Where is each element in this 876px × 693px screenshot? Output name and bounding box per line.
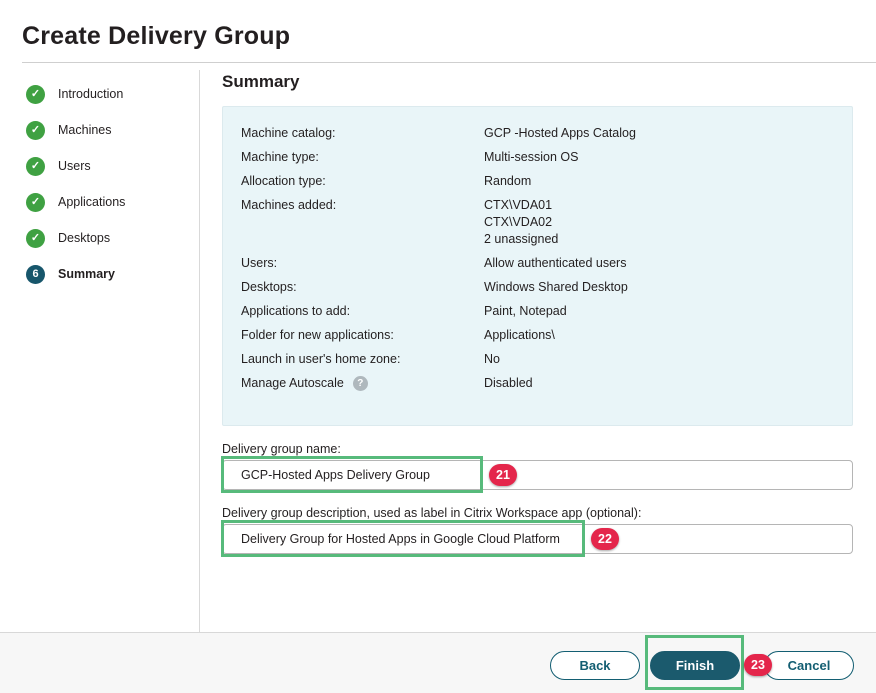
sidebar-step-introduction[interactable]: ✓ Introduction (0, 76, 199, 112)
summary-row-label: Allocation type: (241, 173, 484, 190)
step-complete-check-icon: ✓ (26, 157, 45, 176)
summary-row-label: Applications to add: (241, 303, 484, 320)
sidebar-step-label: Desktops (58, 231, 110, 245)
summary-row: Allocation type:Random (241, 169, 834, 193)
cancel-button[interactable]: Cancel (764, 651, 854, 680)
summary-row: Desktops:Windows Shared Desktop (241, 275, 834, 299)
summary-row-value: No (484, 351, 500, 368)
delivery-group-name-label: Delivery group name: (222, 442, 853, 456)
summary-row-value: Disabled (484, 375, 533, 392)
summary-row: Manage Autoscale?Disabled (241, 371, 834, 395)
summary-row: Folder for new applications:Applications… (241, 323, 834, 347)
summary-row-value: Paint, Notepad (484, 303, 567, 320)
wizard-footer: Back Finish 23 Cancel (0, 632, 876, 693)
summary-row: Applications to add:Paint, Notepad (241, 299, 834, 323)
sidebar-step-machines[interactable]: ✓ Machines (0, 112, 199, 148)
summary-row-label: Machine catalog: (241, 125, 484, 142)
sidebar-step-label: Machines (58, 123, 112, 137)
step-complete-check-icon: ✓ (26, 193, 45, 212)
sidebar-step-label: Users (58, 159, 91, 173)
delivery-group-name-input[interactable] (222, 460, 853, 490)
sidebar-step-desktops[interactable]: ✓ Desktops (0, 220, 199, 256)
sidebar-divider (199, 70, 200, 632)
delivery-group-name-wrap: 21 (222, 460, 853, 490)
sidebar-step-applications[interactable]: ✓ Applications (0, 184, 199, 220)
title-divider (22, 62, 876, 63)
summary-box: Machine catalog:GCP -Hosted Apps Catalog… (222, 106, 853, 426)
summary-row-value: Allow authenticated users (484, 255, 626, 272)
wizard-steps-sidebar: ✓ Introduction ✓ Machines ✓ Users ✓ Application… (0, 76, 199, 292)
step-complete-check-icon: ✓ (26, 121, 45, 140)
delivery-group-description-label: Delivery group description, used as labe… (222, 506, 853, 520)
summary-row-value: Applications\ (484, 327, 555, 344)
summary-row: Users:Allow authenticated users (241, 251, 834, 275)
delivery-group-description-input[interactable] (222, 524, 853, 554)
summary-row: Machine catalog:GCP -Hosted Apps Catalog (241, 121, 834, 145)
delivery-group-description-wrap: 22 (222, 524, 853, 554)
step-number-badge: 6 (26, 265, 45, 284)
summary-row: Machine type:Multi-session OS (241, 145, 834, 169)
summary-row-value: Multi-session OS (484, 149, 578, 166)
summary-row-label: Users: (241, 255, 484, 272)
sidebar-step-summary[interactable]: 6 Summary (0, 256, 199, 292)
finish-button[interactable]: Finish (650, 651, 740, 680)
summary-row-label: Launch in user's home zone: (241, 351, 484, 368)
summary-row-label: Machines added: (241, 197, 484, 248)
summary-row-label: Desktops: (241, 279, 484, 296)
help-icon[interactable]: ? (353, 376, 368, 391)
annotation-badge-23: 23 (744, 654, 772, 676)
annotation-badge-21: 21 (489, 464, 517, 486)
summary-row-label: Manage Autoscale? (241, 375, 484, 392)
summary-row-value: Windows Shared Desktop (484, 279, 628, 296)
sidebar-step-users[interactable]: ✓ Users (0, 148, 199, 184)
summary-row-value: GCP -Hosted Apps Catalog (484, 125, 636, 142)
summary-row-value: Random (484, 173, 531, 190)
summary-row-label: Folder for new applications: (241, 327, 484, 344)
sidebar-step-label: Applications (58, 195, 125, 209)
summary-heading: Summary (222, 72, 853, 92)
summary-row: Launch in user's home zone:No (241, 347, 834, 371)
page-title: Create Delivery Group (22, 22, 290, 51)
summary-row-value: CTX\VDA01CTX\VDA022 unassigned (484, 197, 558, 248)
main-panel: Summary Machine catalog:GCP -Hosted Apps… (222, 70, 853, 554)
summary-row: Machines added:CTX\VDA01CTX\VDA022 unass… (241, 193, 834, 251)
back-button[interactable]: Back (550, 651, 640, 680)
summary-row-label: Machine type: (241, 149, 484, 166)
step-complete-check-icon: ✓ (26, 85, 45, 104)
step-complete-check-icon: ✓ (26, 229, 45, 248)
sidebar-step-label: Introduction (58, 87, 123, 101)
annotation-badge-22: 22 (591, 528, 619, 550)
sidebar-step-label: Summary (58, 267, 115, 281)
